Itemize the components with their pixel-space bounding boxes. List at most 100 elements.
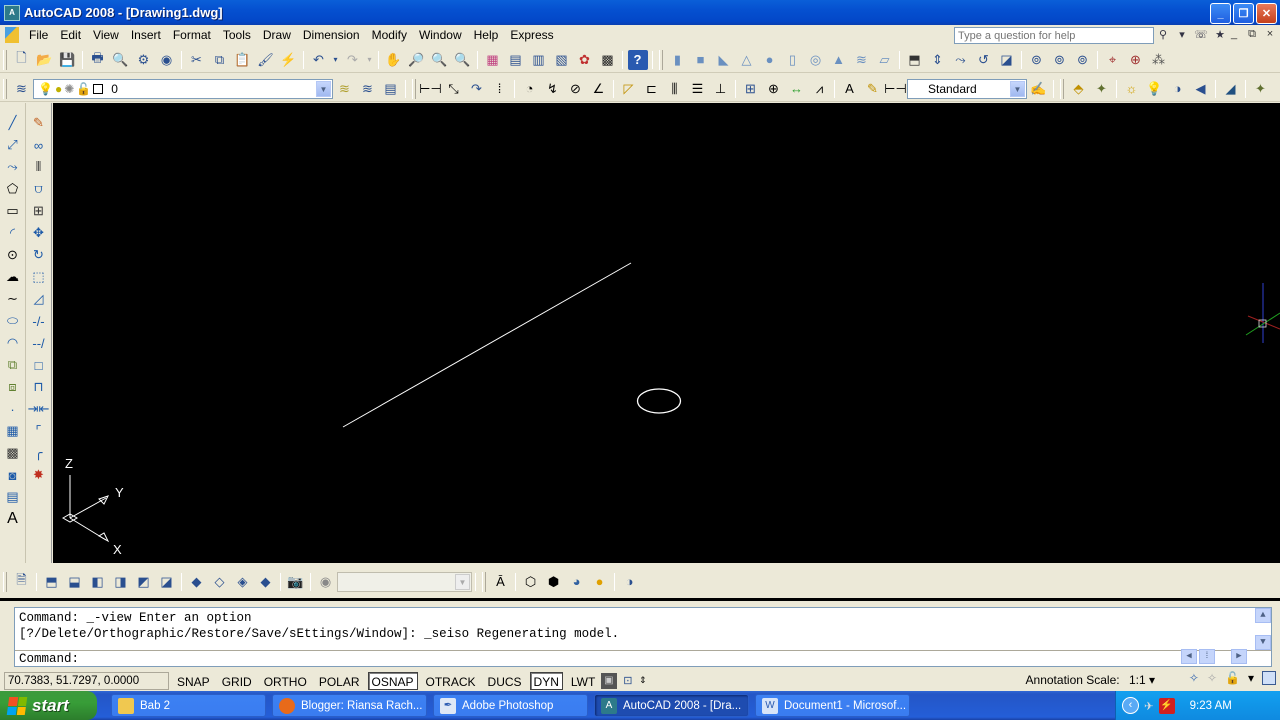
make-block-icon[interactable]: ⧈ [2, 376, 24, 398]
ellipse-icon[interactable]: ⬭ [2, 310, 24, 332]
bottom-view-icon[interactable]: ⬓ [65, 572, 85, 592]
point-icon[interactable]: · [2, 398, 24, 420]
polysolid-icon[interactable]: ▮ [668, 50, 688, 70]
insert-block-icon[interactable]: ⧉ [2, 354, 24, 376]
layer-properties-icon[interactable]: ≋ [12, 79, 32, 99]
maximize-viewport-icon[interactable]: ⊡ [620, 673, 636, 689]
break-at-point-icon[interactable]: □ [28, 354, 50, 376]
back-view-icon[interactable]: ◪ [157, 572, 177, 592]
chamfer-icon[interactable]: ⌜ [28, 420, 50, 442]
view-dropdown-arrow[interactable]: ▼ [455, 573, 470, 590]
polygon-icon[interactable]: ⬠ [2, 178, 24, 200]
2d-wireframe-icon[interactable]: Ā [491, 572, 511, 592]
doc-restore-button[interactable]: ⧉ [1246, 27, 1258, 41]
ne-isometric-icon[interactable]: ◈ [233, 572, 253, 592]
dim-continue-icon[interactable]: ⫼ [665, 79, 685, 99]
realistic-icon[interactable]: ◕ [567, 572, 587, 592]
scroll-left-button[interactable]: ◀ [1181, 649, 1197, 664]
layer-lock-icon[interactable]: 🔓 [76, 82, 91, 96]
redo-icon[interactable]: ↷ [343, 50, 363, 70]
drawing-canvas[interactable]: Z Y X [53, 103, 1280, 563]
pan-icon[interactable]: ✋ [384, 50, 404, 70]
match-properties-icon[interactable]: 🖌 [256, 50, 276, 70]
minimize-button[interactable]: _ [1210, 3, 1231, 24]
intersect-icon[interactable]: ⊚ [1073, 50, 1093, 70]
gradient-icon[interactable]: ▩ [2, 442, 24, 464]
undo-icon[interactable]: ↶ [309, 50, 329, 70]
grid-toggle[interactable]: GRID [218, 672, 256, 690]
dim-jogged-icon[interactable]: ↯ [543, 79, 563, 99]
sw-isometric-icon[interactable]: ◆ [187, 572, 207, 592]
table-icon[interactable]: ▤ [2, 486, 24, 508]
ortho-toggle[interactable]: ORTHO [260, 672, 311, 690]
explode-icon[interactable]: ✸ [28, 464, 50, 486]
nw-isometric-icon[interactable]: ◆ [256, 572, 276, 592]
plot-preview-icon[interactable]: 🔍 [111, 50, 131, 70]
undo-dropdown-icon[interactable]: ▾ [332, 50, 340, 70]
scroll-down-button[interactable]: ▼ [1255, 635, 1271, 650]
antivirus-icon[interactable]: ⚡ [1158, 697, 1175, 714]
tool-palettes-icon[interactable]: ▥ [529, 50, 549, 70]
se-isometric-icon[interactable]: ◇ [210, 572, 230, 592]
extend-icon[interactable]: --/ [28, 332, 50, 354]
sphere-icon[interactable]: ● [760, 50, 780, 70]
arc-icon[interactable]: ◜ [2, 222, 24, 244]
3d-rotate-icon[interactable]: ⊕ [1126, 50, 1146, 70]
planar-surface-icon[interactable]: ▱ [875, 50, 895, 70]
menu-window[interactable]: Window [413, 25, 468, 45]
search-icon[interactable]: ⚲ [1155, 27, 1171, 43]
light-list-icon[interactable]: 💡 [1145, 79, 1165, 99]
line-icon[interactable]: ╱ [2, 112, 24, 134]
clock[interactable]: 9:23 AM [1190, 700, 1232, 712]
properties-icon[interactable]: ▦ [483, 50, 503, 70]
design-center-icon[interactable]: ▤ [506, 50, 526, 70]
line-entity[interactable] [342, 262, 632, 428]
dim-diameter-icon[interactable]: ⊘ [566, 79, 586, 99]
center-mark-icon[interactable]: ⊕ [764, 79, 784, 99]
sweep-icon[interactable]: ⤳ [951, 50, 971, 70]
communication-center-icon[interactable]: ☏ [1193, 27, 1209, 43]
dim-inspection-icon[interactable]: ↔ [787, 79, 807, 99]
publish-icon[interactable]: ⚙ [134, 50, 154, 70]
markup-icon[interactable]: ✿ [575, 50, 595, 70]
helix-icon[interactable]: ≋ [852, 50, 872, 70]
annotation-scale-value[interactable]: 1:1 ▾ [1129, 673, 1155, 687]
copy-object-icon[interactable]: ∞ [28, 134, 50, 156]
coordinate-readout[interactable]: 70.7383, 51.7297, 0.0000 [4, 671, 169, 690]
open-icon[interactable]: 📂 [35, 50, 55, 70]
advanced-render-settings-icon[interactable]: ✦ [1251, 79, 1271, 99]
doc-minimize-button[interactable]: _ [1228, 27, 1240, 41]
task-autocad[interactable]: A AutoCAD 2008 - [Dra... [594, 694, 749, 717]
render-presets-icon[interactable]: ✦ [1092, 79, 1112, 99]
block-editor-icon[interactable]: ⚡ [279, 50, 299, 70]
scroll-right-button[interactable]: ▶ [1231, 649, 1247, 664]
circle-entity-isometric[interactable] [636, 388, 682, 414]
menu-help[interactable]: Help [468, 25, 505, 45]
materials-icon[interactable]: ◑ [1168, 79, 1188, 99]
extrude-icon[interactable]: ⬒ [905, 50, 925, 70]
lwt-toggle[interactable]: LWT [567, 672, 599, 690]
task-word[interactable]: W Document1 - Microsof... [755, 694, 910, 717]
tolerance-icon[interactable]: ⊞ [741, 79, 761, 99]
dim-angular-icon[interactable]: ∠ [589, 79, 609, 99]
right-view-icon[interactable]: ◨ [111, 572, 131, 592]
wedge-icon[interactable]: ◣ [714, 50, 734, 70]
polyline-icon[interactable]: ⤳ [2, 156, 24, 178]
sheet-set-icon[interactable]: ▧ [552, 50, 572, 70]
front-view-icon[interactable]: ◩ [134, 572, 154, 592]
toolbar-grip[interactable] [3, 49, 7, 70]
annotation-visibility-icon[interactable]: ✧ [1189, 671, 1199, 685]
subtract-icon[interactable]: ⊚ [1050, 50, 1070, 70]
favorites-star-icon[interactable]: ★ [1212, 27, 1228, 43]
revision-cloud-icon[interactable]: ☁ [2, 266, 24, 288]
offset-icon[interactable]: ⩌ [28, 178, 50, 200]
zoom-previous-icon[interactable]: 🔍 [453, 50, 473, 70]
make-object-layer-current-icon[interactable]: ≋ [335, 79, 355, 99]
visual-style-manager-icon[interactable]: ◑ [620, 572, 640, 592]
zoom-window-icon[interactable]: 🔍 [430, 50, 450, 70]
help-search-input[interactable] [954, 27, 1154, 44]
cylinder-icon[interactable]: ▯ [783, 50, 803, 70]
dim-style-dropdown-arrow[interactable]: ▼ [1010, 80, 1025, 97]
top-view-icon[interactable]: ⬒ [42, 572, 62, 592]
osnap-toggle[interactable]: OSNAP [367, 671, 418, 690]
